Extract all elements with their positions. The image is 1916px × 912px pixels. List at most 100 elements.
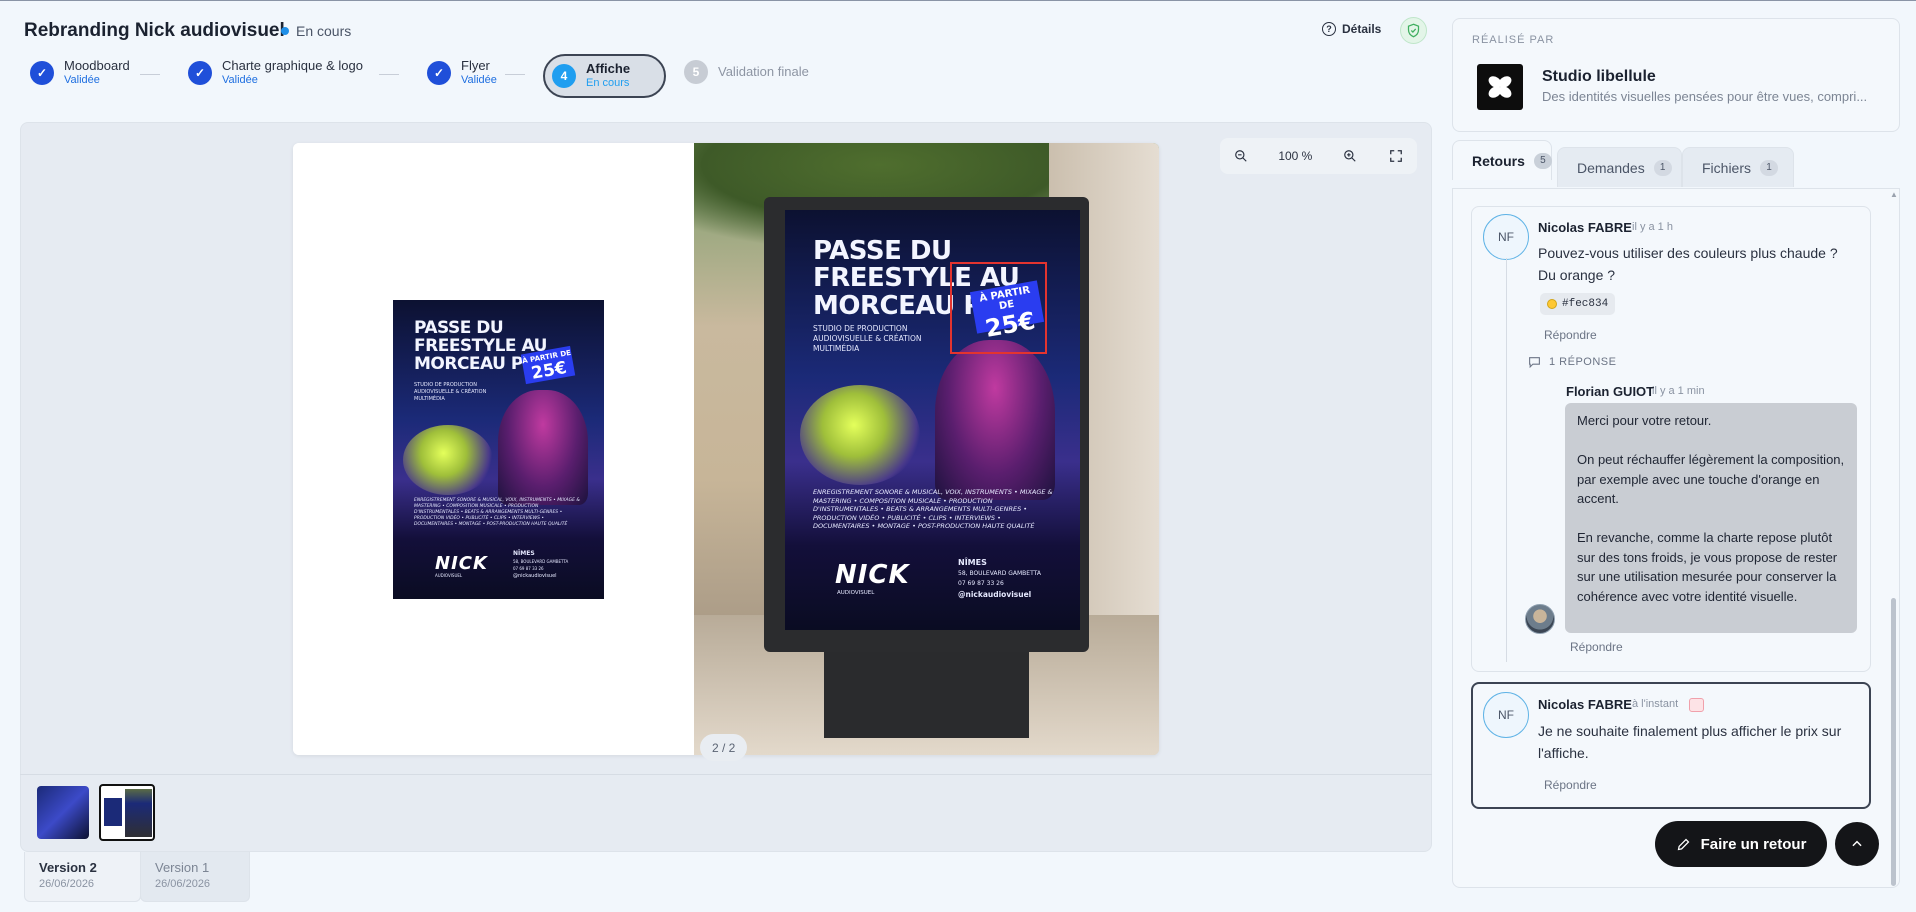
- comment-author: Nicolas FABRE: [1538, 697, 1632, 712]
- reply-author: Florian GUIOT: [1566, 384, 1655, 399]
- version-tab-2[interactable]: Version 2 26/06/2026: [24, 852, 141, 902]
- version-tab-1[interactable]: Version 1 26/06/2026: [140, 852, 250, 902]
- step-flyer[interactable]: ✓ Flyer Validée: [427, 58, 497, 87]
- tab-count: 1: [1653, 159, 1672, 176]
- poster-handle: @nickaudiovisuel: [513, 573, 557, 579]
- poster-subtitle: STUDIO DE PRODUCTION AUDIOVISUELLE & CRÉ…: [414, 382, 487, 402]
- step-connector: [379, 74, 399, 75]
- step-number: 5: [684, 60, 708, 84]
- zoom-in-icon: [1343, 150, 1356, 162]
- version-date: 26/06/2026: [39, 878, 95, 890]
- step-moodboard[interactable]: ✓ Moodboard Validée: [30, 58, 130, 87]
- zoom-level: 100 %: [1278, 149, 1313, 163]
- poster-brand: NICK: [835, 560, 910, 590]
- fullscreen-icon: [1390, 150, 1402, 162]
- project-status: En cours: [281, 23, 351, 39]
- reply-button[interactable]: Répondre: [1544, 778, 1597, 792]
- check-icon: ✓: [188, 60, 212, 85]
- poster-subtitle: STUDIO DE PRODUCTION AUDIOVISUELLE & CRÉ…: [813, 324, 922, 353]
- studio-card: RÉALISÉ PAR Studio libellule Des identit…: [1452, 18, 1900, 132]
- studio-logo: [1477, 64, 1523, 110]
- check-icon: ✓: [427, 60, 451, 85]
- tab-label: Fichiers: [1702, 159, 1752, 176]
- studio-name: Studio libellule: [1542, 68, 1656, 85]
- avatar: NF: [1483, 692, 1529, 738]
- faire-un-retour-button[interactable]: Faire un retour: [1655, 821, 1827, 867]
- reply-button[interactable]: Répondre: [1570, 640, 1623, 654]
- step-affiche[interactable]: 4 Affiche En cours: [543, 54, 666, 98]
- version-date: 26/06/2026: [155, 878, 211, 890]
- fullscreen-button[interactable]: [1387, 147, 1405, 165]
- comments-scrollbar[interactable]: [1891, 598, 1896, 886]
- window-top-border: [0, 0, 1916, 1]
- comment-bubble-icon: [1529, 357, 1540, 368]
- poster-services: ENREGISTREMENT SONORE & MUSICAL, VOIX, I…: [414, 498, 580, 527]
- studio-description: Des identités visuelles pensées pour êtr…: [1542, 89, 1868, 104]
- tab-label: Retours: [1472, 152, 1525, 169]
- tab-fichiers[interactable]: Fichiers 1: [1682, 147, 1794, 187]
- step-status: Validée: [64, 73, 100, 86]
- poster-phone: 07 69 87 33 26: [513, 566, 544, 571]
- tab-label: Demandes: [1577, 159, 1645, 176]
- thumbnail-poster: [104, 798, 122, 826]
- shield-check-icon: [1407, 23, 1420, 38]
- details-button[interactable]: ? Détails: [1322, 22, 1381, 36]
- project-title: Rebranding Nick audiovisuel: [24, 20, 285, 41]
- thread-line: [1506, 258, 1507, 662]
- zoom-out-icon: [1235, 150, 1247, 162]
- status-dot-icon: [281, 27, 289, 35]
- step-status: Validée: [222, 73, 258, 86]
- step-charte-graphique[interactable]: ✓ Charte graphique & logo Validée: [188, 58, 363, 87]
- step-label: Moodboard: [64, 58, 130, 73]
- step-label: Flyer: [461, 58, 490, 73]
- page-thumbnail-1[interactable]: [37, 786, 89, 839]
- step-label: Affiche: [586, 61, 631, 77]
- step-status: Validée: [461, 73, 497, 86]
- scroll-top-button[interactable]: [1835, 822, 1879, 866]
- dragonfly-logo-icon: [1488, 76, 1512, 98]
- color-tag-value: #fec834: [1562, 298, 1609, 310]
- comment-time: il y a 1 h: [1632, 221, 1673, 233]
- tab-demandes[interactable]: Demandes 1: [1557, 147, 1682, 187]
- zoom-out-button[interactable]: [1232, 147, 1250, 165]
- poster-brand: NICK: [435, 553, 488, 574]
- billboard-stand: [824, 643, 1029, 738]
- reply-button[interactable]: Répondre: [1544, 328, 1597, 342]
- poster-address: 58, BOULEVARD GAMBETTA: [513, 559, 569, 564]
- step-connector: [505, 74, 525, 75]
- tab-count: 5: [1533, 152, 1552, 169]
- page-indicator: 2 / 2: [700, 734, 748, 761]
- user-photo-avatar: [1525, 604, 1555, 634]
- step-status: En cours: [586, 77, 630, 90]
- step-label: Validation finale: [718, 63, 809, 79]
- comment-time: à l'instant: [1632, 698, 1679, 710]
- poster-city: NÎMES: [513, 550, 535, 557]
- version-name: Version 1: [155, 860, 210, 875]
- zoom-toolbar: 100 %: [1220, 138, 1417, 174]
- validation-shield-button[interactable]: [1400, 17, 1427, 44]
- step-connector: [140, 74, 160, 75]
- poster-microphone: [403, 425, 493, 495]
- avatar: NF: [1483, 214, 1529, 260]
- annotation-marker[interactable]: [950, 262, 1047, 354]
- version-name: Version 2: [39, 860, 97, 875]
- zoom-in-button[interactable]: [1341, 147, 1359, 165]
- poster-phone: 07 69 87 33 26: [958, 580, 1004, 587]
- reply-count-label: 1 RÉPONSE: [1549, 356, 1617, 368]
- reply-time: il y a 1 min: [1652, 385, 1705, 397]
- thumbnail-divider: [20, 774, 1432, 775]
- poster-mockup: PASSE DU FREESTYLE AU MORCEAU PRO. À PAR…: [785, 210, 1080, 630]
- scroll-up-arrow-icon[interactable]: ▲: [1890, 190, 1898, 199]
- poster-brand-sub: AUDIOVISUEL: [837, 590, 875, 596]
- color-tag[interactable]: #fec834: [1540, 293, 1616, 315]
- pencil-icon: [1677, 838, 1689, 850]
- comment-author: Nicolas FABRE: [1538, 220, 1632, 235]
- step-validation-finale[interactable]: 5 Validation finale: [684, 60, 809, 84]
- page-thumbnail-2[interactable]: [99, 784, 155, 841]
- poster-figure: [935, 340, 1055, 500]
- check-icon: ✓: [30, 60, 54, 85]
- reply-count[interactable]: 1 RÉPONSE: [1528, 356, 1616, 368]
- details-label: Détails: [1342, 22, 1382, 36]
- tab-retours[interactable]: Retours 5: [1452, 140, 1552, 180]
- poster-handle: @nickaudiovisuel: [958, 590, 1032, 599]
